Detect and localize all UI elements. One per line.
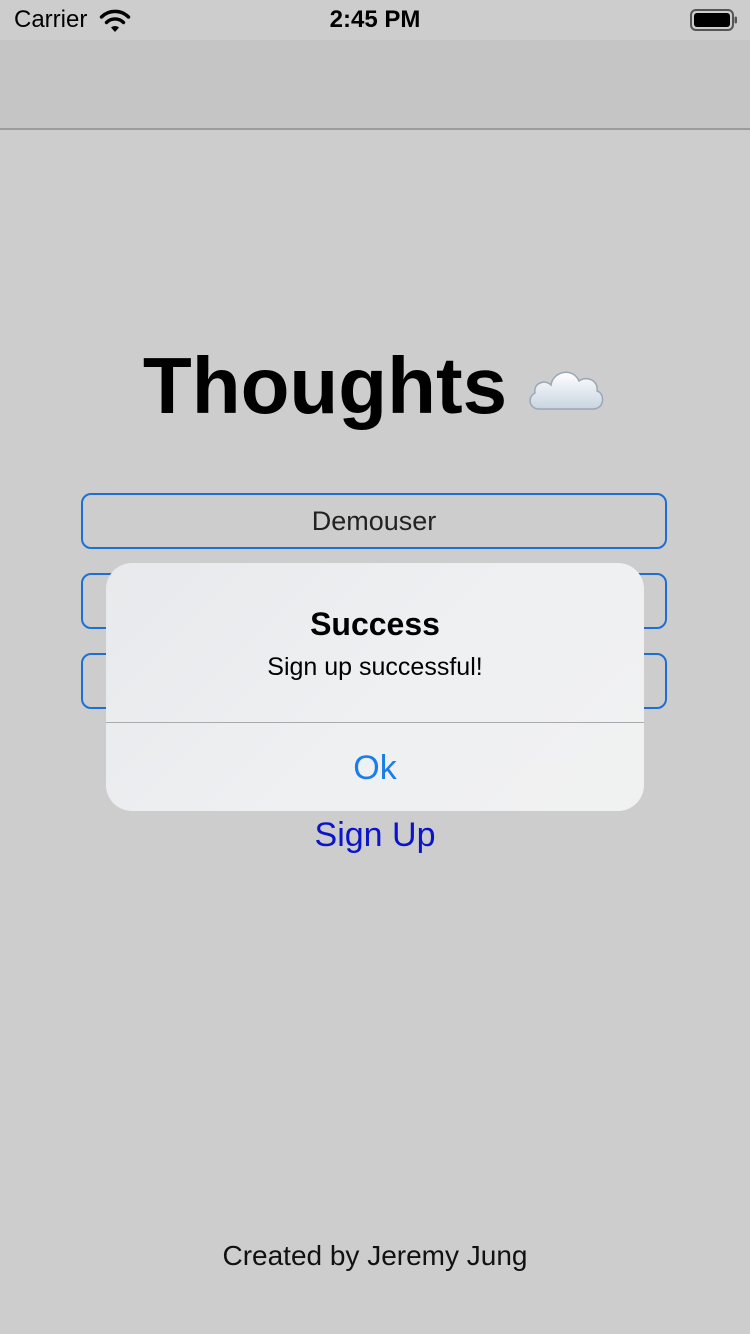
username-field[interactable]: Demouser [81, 493, 667, 549]
sign-up-button[interactable]: Sign Up [0, 814, 750, 856]
app-title-text: Thoughts [142, 341, 508, 430]
alert-title: Success [310, 606, 440, 642]
status-bar: Carrier 2:45 PM [0, 0, 750, 40]
navigation-bar [0, 40, 750, 130]
cloud-icon [529, 371, 604, 410]
battery-icon [690, 9, 737, 31]
clock: 2:45 PM [329, 6, 421, 33]
footer-credit: Created by Jeremy Jung [222, 1240, 528, 1271]
alert-ok-button[interactable]: Ok [106, 723, 644, 811]
alert-message: Sign up successful! [267, 653, 483, 681]
alert-dialog: Success Sign up successful! Ok [106, 563, 644, 811]
app-title: Thoughts [0, 338, 750, 434]
